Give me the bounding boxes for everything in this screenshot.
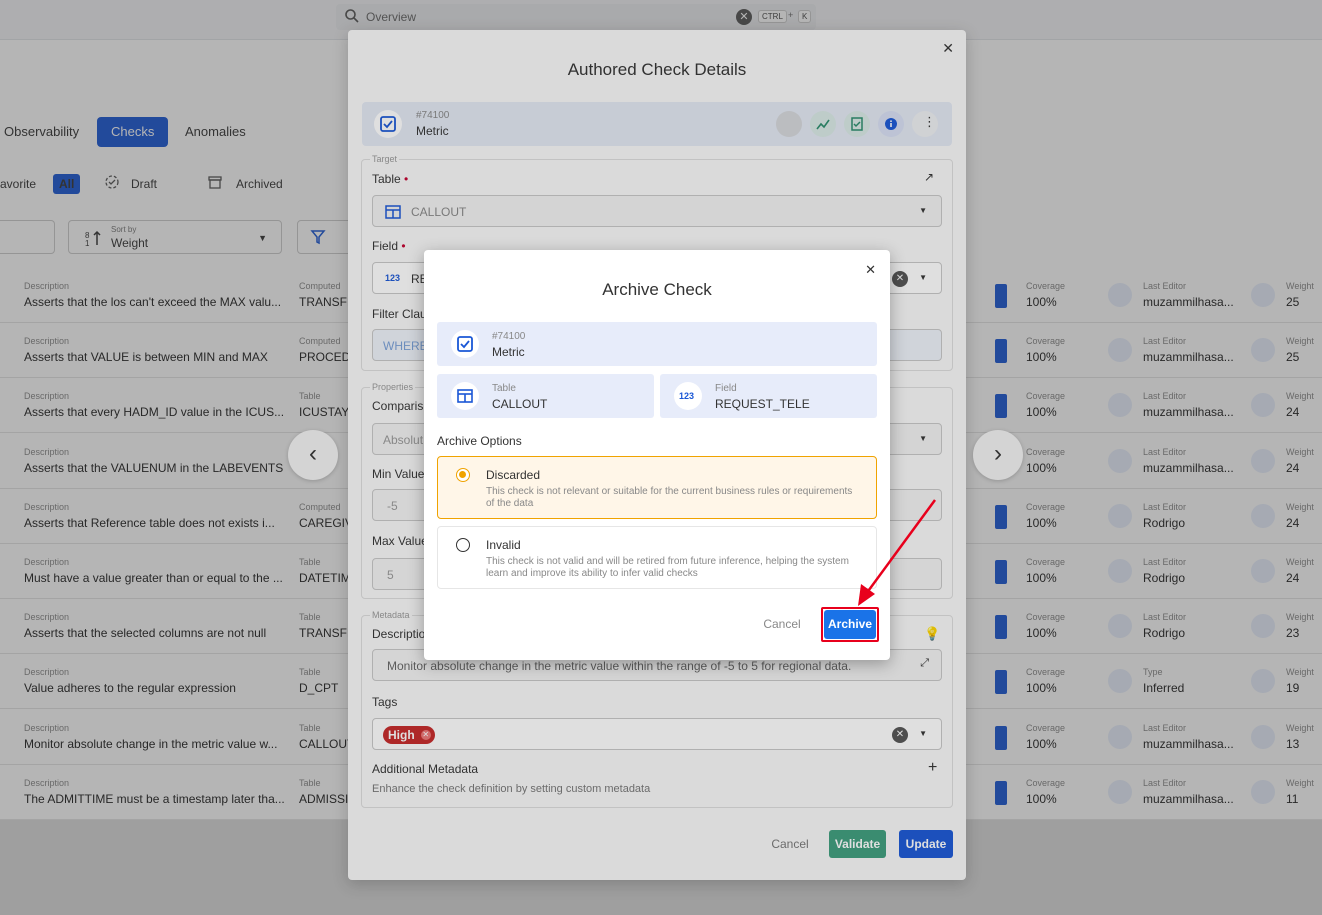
annotation-arrow [858,499,937,606]
